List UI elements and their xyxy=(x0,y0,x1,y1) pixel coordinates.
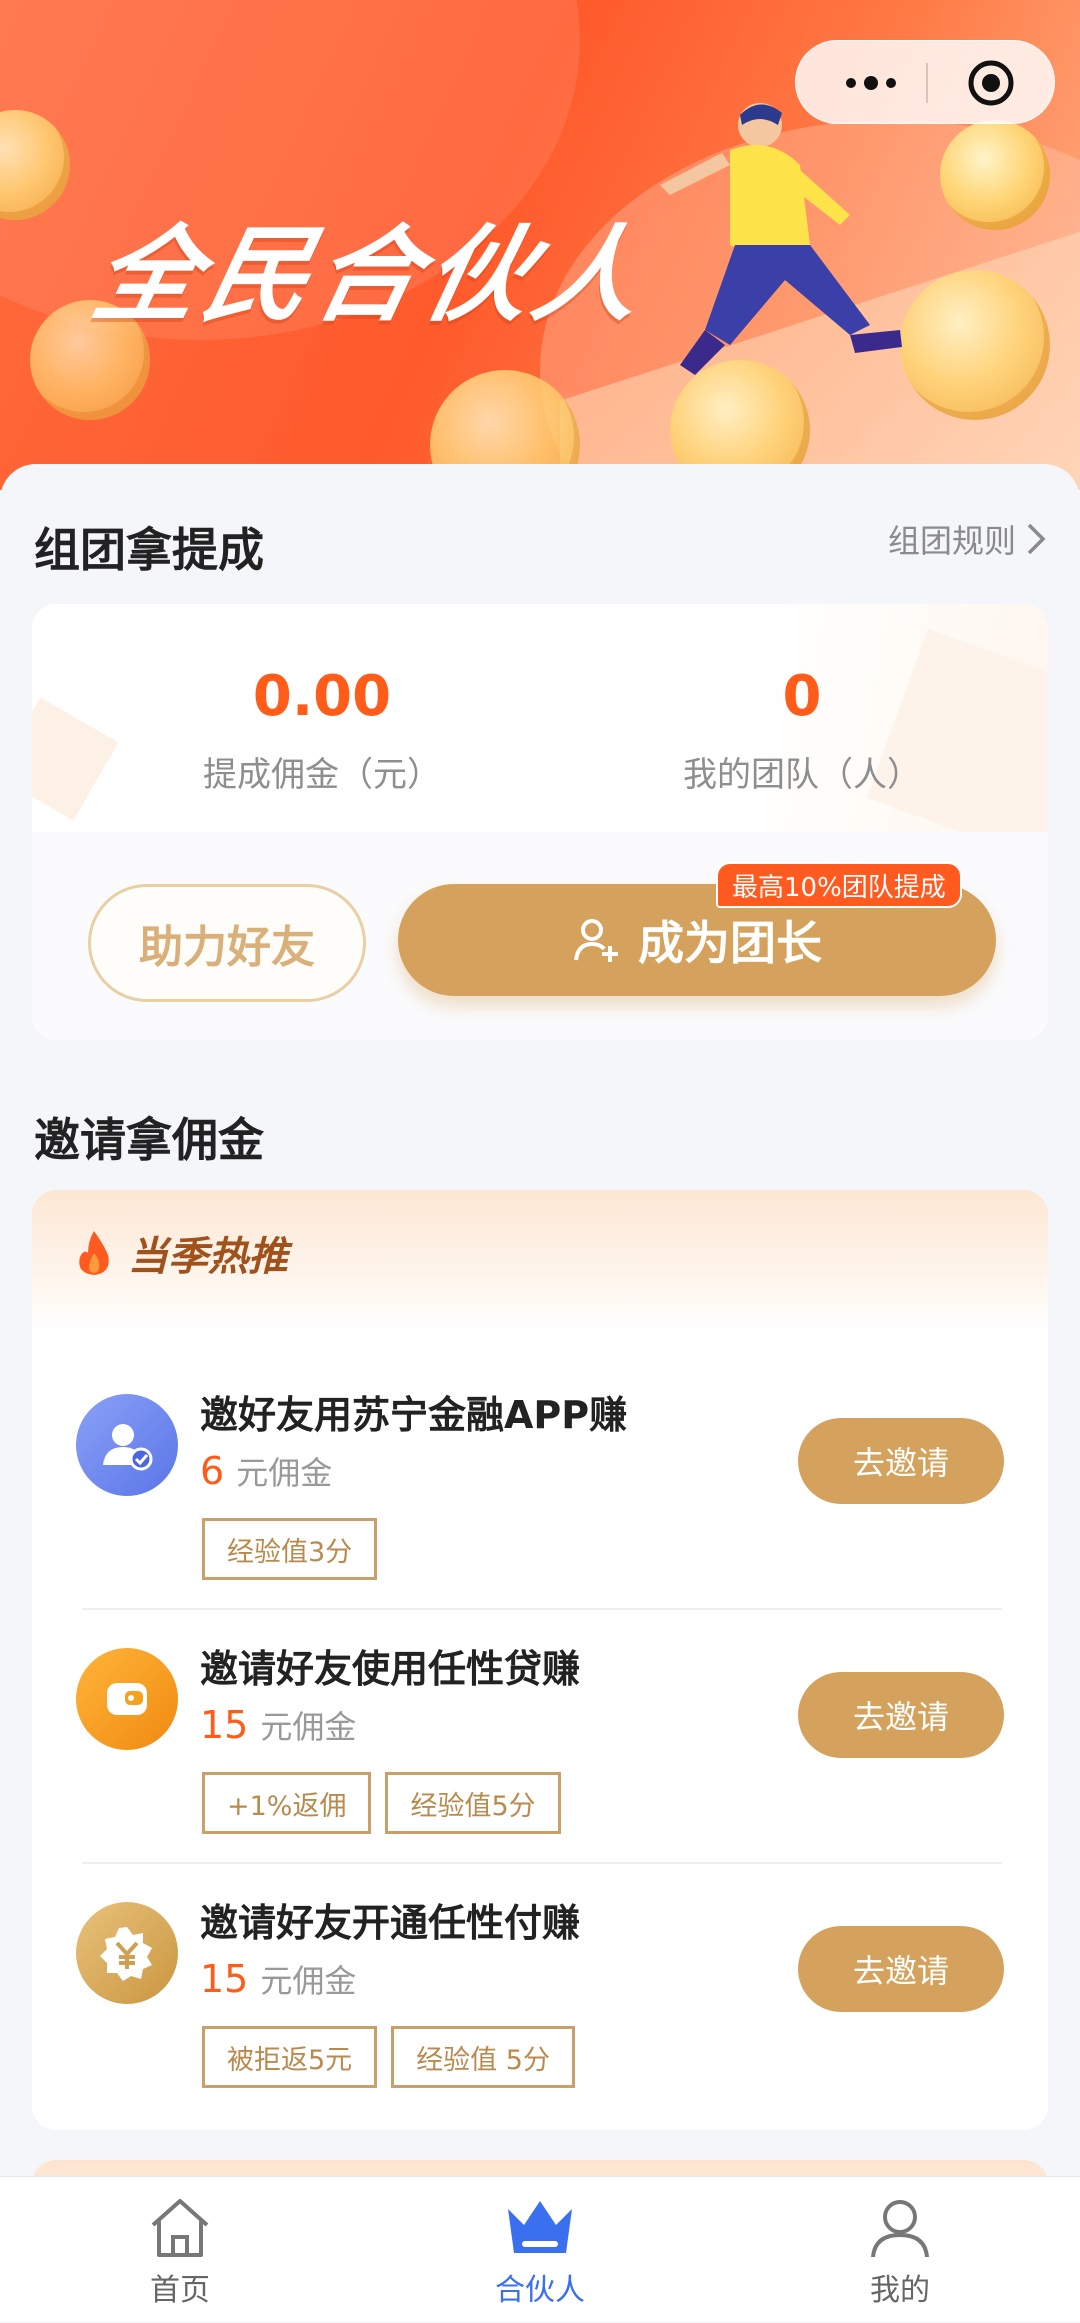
target-icon[interactable] xyxy=(936,41,1046,125)
yuan-icon xyxy=(76,1902,178,2004)
team-size-label: 我的团队（人） xyxy=(683,755,921,795)
invite-button[interactable]: 去邀请 xyxy=(798,1418,1004,1504)
tag: 经验值 5分 xyxy=(391,2026,575,2088)
team-stats-card: 0.00 提成佣金（元） 0 我的团队（人） 助力好友 成为团长 最高10%团队… xyxy=(32,604,1048,1040)
hero-banner: 全民合伙人 xyxy=(0,0,1080,490)
team-rules-link[interactable]: 组团规则 xyxy=(888,516,1046,562)
invite-item: 邀好友用苏宁金融APP赚 6 元佣金 经验值3分 去邀请 xyxy=(32,1356,1048,1610)
tag: +1%返佣 xyxy=(202,1772,372,1834)
runner-illustration xyxy=(660,103,902,375)
help-friend-button[interactable]: 助力好友 xyxy=(88,884,366,1002)
tab-label: 我的 xyxy=(870,2273,930,2308)
tab-mine[interactable]: 我的 xyxy=(720,2177,1080,2323)
reward-amount: 15 xyxy=(200,1957,249,2001)
coin-decoration xyxy=(940,120,1050,230)
tag: 被拒返5元 xyxy=(202,2026,378,2088)
invite-item: 邀请好友开通任性付赚 15 元佣金 被拒返5元 经验值 5分 去邀请 xyxy=(32,1864,1048,2118)
invite-item-title: 邀好友用苏宁金融APP赚 xyxy=(200,1393,628,1437)
hot-recommend-label: 当季热推 xyxy=(128,1234,288,1280)
capsule-divider xyxy=(926,63,928,103)
miniprogram-capsule xyxy=(795,40,1055,124)
reward-unit: 元佣金 xyxy=(260,1962,357,2000)
team-actions: 助力好友 成为团长 最高10%团队提成 xyxy=(32,832,1048,1040)
user-icon xyxy=(871,2200,929,2258)
become-leader-label: 成为团长 xyxy=(638,916,822,970)
more-dots-icon[interactable] xyxy=(816,41,926,125)
commission-label: 提成佣金（元） xyxy=(203,755,441,795)
reward-amount: 6 xyxy=(200,1449,225,1493)
wallet-icon xyxy=(76,1648,178,1750)
commission-value: 0.00 xyxy=(252,664,392,729)
tag: 经验值5分 xyxy=(385,1772,561,1834)
invite-card: 当季热推 邀好友用苏宁金融APP赚 6 元佣金 经验值3分 去邀请 邀请好友使用… xyxy=(32,1190,1048,2130)
stats-panel: 0.00 提成佣金（元） 0 我的团队（人） xyxy=(32,604,1048,860)
team-size-value: 0 xyxy=(782,664,822,729)
leader-commission-badge: 最高10%团队提成 xyxy=(716,862,962,908)
bottom-tab-bar: 首页 合伙人 我的 xyxy=(0,2176,1080,2322)
flame-icon xyxy=(79,1231,109,1275)
invite-item: 邀请好友使用任性贷赚 15 元佣金 +1%返佣 经验值5分 去邀请 xyxy=(32,1610,1048,1864)
tab-partner[interactable]: 合伙人 xyxy=(360,2177,720,2323)
reward-unit: 元佣金 xyxy=(236,1454,333,1492)
main-content: 组团拿提成 组团规则 0.00 提成佣金（元） 0 我的团队（人） 助力好友 成… xyxy=(0,464,1080,2240)
invite-section-title: 邀请拿佣金 xyxy=(34,1113,264,1167)
rules-link-label: 组团规则 xyxy=(887,522,1016,560)
tab-label: 首页 xyxy=(150,2273,210,2308)
invite-item-reward: 15 元佣金 xyxy=(200,1956,356,2002)
tag: 经验值3分 xyxy=(202,1518,378,1580)
hot-recommend-title: 当季热推 xyxy=(74,1224,288,1282)
invite-item-tags: 被拒返5元 经验值 5分 xyxy=(202,2026,575,2088)
tab-label: 合伙人 xyxy=(495,2273,585,2308)
invite-button[interactable]: 去邀请 xyxy=(798,1926,1004,2012)
home-icon xyxy=(151,2199,209,2257)
invite-item-reward: 6 元佣金 xyxy=(200,1448,332,1494)
add-user-icon xyxy=(574,919,618,962)
invite-item-tags: +1%返佣 经验值5分 xyxy=(202,1772,561,1834)
crown-icon xyxy=(508,2201,572,2253)
tab-home[interactable]: 首页 xyxy=(0,2177,360,2323)
reward-unit: 元佣金 xyxy=(260,1708,357,1746)
invite-item-reward: 15 元佣金 xyxy=(200,1702,356,1748)
invite-button[interactable]: 去邀请 xyxy=(798,1672,1004,1758)
chevron-right-icon xyxy=(1027,523,1046,555)
user-verified-icon xyxy=(76,1394,178,1496)
invite-item-tags: 经验值3分 xyxy=(202,1518,378,1580)
banner-title: 全民合伙人 xyxy=(83,214,659,336)
team-size-stat: 0 我的团队（人） xyxy=(602,664,1002,796)
commission-stat: 0.00 提成佣金（元） xyxy=(122,664,522,796)
team-section-title: 组团拿提成 xyxy=(34,523,264,577)
invite-item-title: 邀请好友使用任性贷赚 xyxy=(200,1647,581,1691)
reward-amount: 15 xyxy=(200,1703,249,1747)
invite-card-header: 当季热推 xyxy=(32,1190,1048,1330)
card-decoration xyxy=(32,697,119,821)
invite-item-title: 邀请好友开通任性付赚 xyxy=(200,1901,581,1945)
